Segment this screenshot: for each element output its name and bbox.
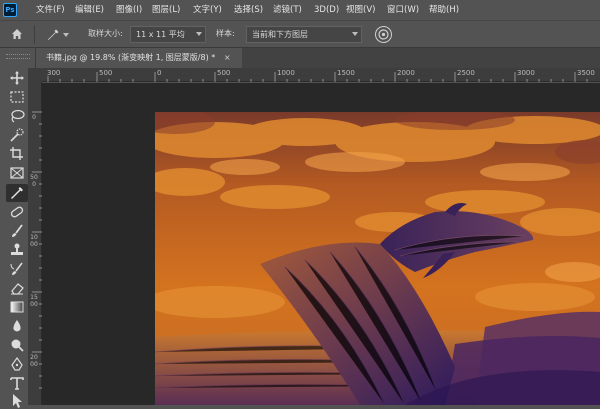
- menu-window[interactable]: 窗口(W): [387, 0, 419, 20]
- lasso-icon[interactable]: [8, 108, 26, 124]
- eyedropper-tool-icon[interactable]: [6, 184, 28, 202]
- ruler-corner[interactable]: [28, 68, 42, 82]
- ruler-label: 1000: [277, 69, 295, 77]
- ruler-label: 0: [157, 69, 162, 77]
- chevron-down-icon: [352, 32, 358, 36]
- options-bar: 取样大小: 11 x 11 平均 样本: 当前和下方图层: [0, 20, 600, 48]
- menu-filter[interactable]: 滤镜(T): [273, 0, 302, 20]
- ruler-label: 2500: [457, 69, 475, 77]
- ruler-label: 2000: [397, 69, 415, 77]
- ruler-label: 500: [217, 69, 231, 77]
- brush-icon[interactable]: [8, 223, 26, 239]
- ruler-label: 3500: [577, 69, 595, 77]
- sample-size-value: 11 x 11 平均: [136, 30, 185, 39]
- move-icon[interactable]: [8, 70, 26, 86]
- horizontal-ruler[interactable]: 300 500 0 500 1000 1500 2000 2500 3000 3…: [42, 68, 600, 82]
- photoshop-logo[interactable]: Ps: [3, 3, 17, 17]
- sample-label: 样本:: [216, 29, 235, 38]
- document-tab-bar: 书籍.jpg @ 19.8% (渐变映射 1, 图层蒙版/8) * ×: [42, 48, 600, 68]
- ruler-label: 3000: [517, 69, 535, 77]
- home-icon[interactable]: [10, 27, 24, 41]
- menu-type[interactable]: 文字(Y): [193, 0, 222, 20]
- ruler-label: 2000: [30, 354, 38, 368]
- ruler-label: 1500: [30, 294, 38, 308]
- menu-help[interactable]: 帮助(H): [429, 0, 459, 20]
- history-brush-icon[interactable]: [8, 261, 26, 277]
- menu-file[interactable]: 文件(F): [36, 0, 65, 20]
- sample-value: 当前和下方图层: [252, 30, 308, 39]
- vertical-ruler[interactable]: 0 500 1000 1500 2000: [28, 82, 42, 405]
- menu-layer[interactable]: 图层(L): [152, 0, 180, 20]
- ruler-label: 500: [30, 174, 38, 188]
- chevron-down-icon[interactable]: [63, 33, 69, 37]
- document-image[interactable]: [155, 112, 600, 405]
- healing-brush-icon[interactable]: [8, 204, 26, 220]
- menu-select[interactable]: 选择(S): [234, 0, 263, 20]
- ruler-label: 500: [99, 69, 113, 77]
- blur-icon[interactable]: [8, 318, 26, 334]
- eyedropper-icon[interactable]: [46, 28, 60, 42]
- sample-ring-icon[interactable]: [375, 26, 392, 43]
- ruler-label: 1000: [30, 234, 38, 248]
- frame-icon[interactable]: [8, 165, 26, 181]
- pen-icon[interactable]: [8, 356, 26, 372]
- crop-icon[interactable]: [8, 146, 26, 162]
- sample-select[interactable]: 当前和下方图层: [246, 26, 362, 43]
- dodge-icon[interactable]: [8, 337, 26, 353]
- document-tab[interactable]: 书籍.jpg @ 19.8% (渐变映射 1, 图层蒙版/8) * ×: [42, 48, 242, 68]
- eraser-icon[interactable]: [8, 280, 26, 296]
- document-tab-title: 书籍.jpg @ 19.8% (渐变映射 1, 图层蒙版/8) *: [46, 53, 216, 62]
- clone-stamp-icon[interactable]: [8, 242, 26, 258]
- path-select-icon[interactable]: [8, 393, 26, 409]
- marquee-icon[interactable]: [8, 89, 26, 105]
- ruler-label: 0: [32, 114, 36, 121]
- menu-edit[interactable]: 编辑(E): [75, 0, 104, 20]
- menu-view[interactable]: 视图(V): [346, 0, 375, 20]
- sample-size-select[interactable]: 11 x 11 平均: [130, 26, 206, 43]
- separator: [34, 25, 35, 44]
- sample-size-label: 取样大小:: [88, 29, 123, 38]
- panel-grip[interactable]: [6, 54, 30, 59]
- type-icon[interactable]: [8, 375, 26, 391]
- ruler-label: 300: [47, 69, 61, 77]
- gradient-icon[interactable]: [8, 299, 26, 315]
- menu-image[interactable]: 图像(I): [116, 0, 142, 20]
- close-icon[interactable]: ×: [224, 53, 231, 62]
- chevron-down-icon: [196, 32, 202, 36]
- menu-bar: Ps 文件(F) 编辑(E) 图像(I) 图层(L) 文字(Y) 选择(S) 滤…: [0, 0, 600, 20]
- menu-3d[interactable]: 3D(D): [314, 0, 339, 20]
- quick-select-icon[interactable]: [8, 127, 26, 143]
- ruler-label: 1500: [337, 69, 355, 77]
